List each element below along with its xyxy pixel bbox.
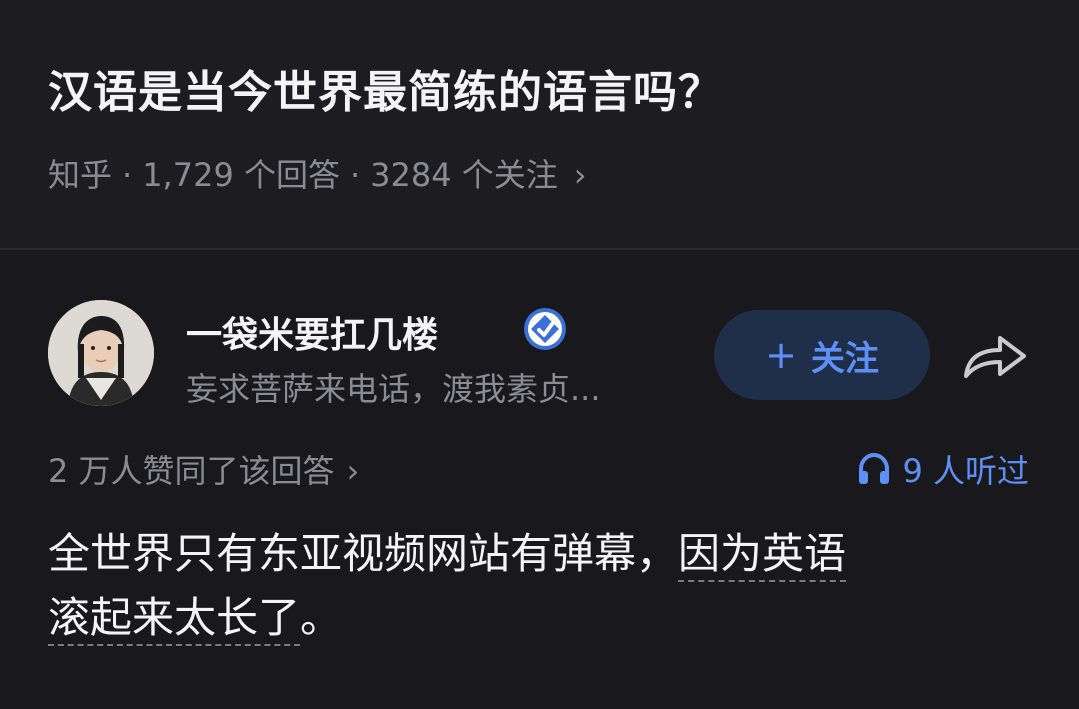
- question-meta[interactable]: 知乎 · 1,729 个回答 · 3284 个关注 ›: [48, 150, 587, 196]
- content-text: 全世界只有东亚视频网站有弹幕，: [48, 529, 679, 578]
- headphones-icon: [859, 452, 890, 484]
- answer-content[interactable]: 全世界只有东亚视频网站有弹幕，因为英语滚起来太长了。: [48, 522, 1038, 650]
- avatar[interactable]: [48, 300, 154, 406]
- avatar-photo: [48, 300, 154, 406]
- share-arrow-icon[interactable]: [960, 328, 1032, 384]
- author-bio: 妄求菩萨来电话，渡我素贞...: [186, 370, 601, 408]
- chevron-right-icon: ›: [346, 452, 360, 490]
- plus-icon: +: [765, 333, 797, 377]
- chevron-right-icon: ›: [573, 156, 587, 194]
- upvote-summary[interactable]: 2 万人赞同了该回答 ›: [48, 446, 359, 492]
- answers-count: 1,729 个回答: [142, 156, 340, 194]
- author-name[interactable]: 一袋米要扛几楼: [186, 306, 438, 358]
- listen-label: 9 人听过: [902, 452, 1029, 490]
- listen-count[interactable]: 9 人听过: [856, 446, 1029, 492]
- content-text: 。: [300, 593, 343, 642]
- followers-count: 3284 个关注: [370, 156, 558, 194]
- content-highlight[interactable]: 因为英语: [678, 529, 846, 578]
- verified-badge-icon: [522, 306, 568, 352]
- follow-label: 关注: [810, 338, 879, 379]
- meta-separator: ·: [122, 156, 133, 194]
- upvote-count: 2 万人赞同了该回答: [48, 452, 335, 490]
- meta-separator: ·: [349, 156, 361, 194]
- question-header: 汉语是当今世界最简练的语言吗？ 知乎 · 1,729 个回答 · 3284 个关注 ›: [0, 0, 1079, 248]
- content-highlight[interactable]: 滚起来太长了: [48, 593, 300, 642]
- question-title[interactable]: 汉语是当今世界最简练的语言吗？: [48, 56, 723, 120]
- source-label: 知乎: [48, 156, 113, 194]
- follow-button[interactable]: + 关注: [714, 310, 930, 400]
